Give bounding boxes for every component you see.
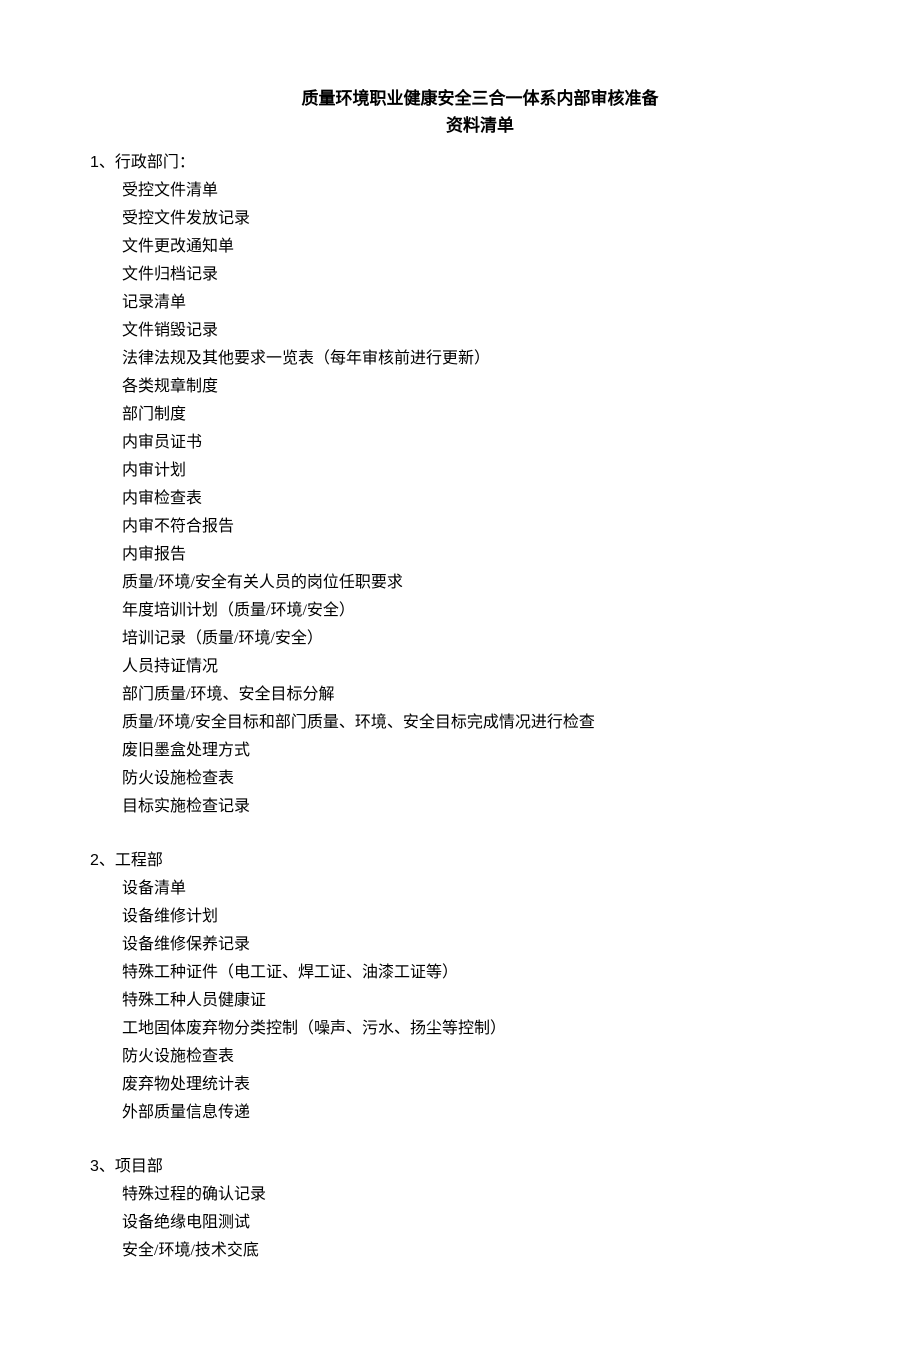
section-number-2: 2 [90, 852, 99, 869]
list-item: 防火设施检查表 [90, 1043, 830, 1071]
list-item: 各类规章制度 [90, 373, 830, 401]
list-item: 内审报告 [90, 541, 830, 569]
section-name-3: 项目部 [115, 1158, 163, 1175]
list-item: 部门制度 [90, 401, 830, 429]
list-item: 部门质量/环境、安全目标分解 [90, 681, 830, 709]
list-item: 废旧墨盒处理方式 [90, 737, 830, 765]
list-item: 特殊过程的确认记录 [90, 1181, 830, 1209]
list-item: 质量/环境/安全目标和部门质量、环境、安全目标完成情况进行检查 [90, 709, 830, 737]
list-item: 废弃物处理统计表 [90, 1071, 830, 1099]
list-item: 人员持证情况 [90, 653, 830, 681]
list-item: 记录清单 [90, 289, 830, 317]
list-item: 设备绝缘电阻测试 [90, 1209, 830, 1237]
list-item: 设备维修保养记录 [90, 931, 830, 959]
list-item: 工地固体废弃物分类控制（噪声、污水、扬尘等控制） [90, 1015, 830, 1043]
list-item: 特殊工种人员健康证 [90, 987, 830, 1015]
list-item: 安全/环境/技术交底 [90, 1237, 830, 1265]
document-title-line1: 质量环境职业健康安全三合一体系内部审核准备 [130, 85, 830, 112]
list-item: 内审不符合报告 [90, 513, 830, 541]
list-item: 受控文件清单 [90, 177, 830, 205]
section-number-1: 1 [90, 154, 99, 171]
list-item: 文件更改通知单 [90, 233, 830, 261]
list-item: 文件销毁记录 [90, 317, 830, 345]
list-item: 法律法规及其他要求一览表（每年审核前进行更新） [90, 345, 830, 373]
list-item: 文件归档记录 [90, 261, 830, 289]
section-header-1: 1、行政部门： [90, 149, 830, 177]
list-item: 目标实施检查记录 [90, 793, 830, 821]
section-number-3: 3 [90, 1158, 99, 1175]
list-item: 外部质量信息传递 [90, 1099, 830, 1127]
list-item: 内审员证书 [90, 429, 830, 457]
list-item: 内审计划 [90, 457, 830, 485]
document-title-line2: 资料清单 [130, 112, 830, 139]
list-item: 受控文件发放记录 [90, 205, 830, 233]
list-item: 设备清单 [90, 875, 830, 903]
list-item: 质量/环境/安全有关人员的岗位任职要求 [90, 569, 830, 597]
list-item: 防火设施检查表 [90, 765, 830, 793]
section-name-1: 行政部门： [115, 154, 195, 171]
section-header-2: 2、工程部 [90, 847, 830, 875]
list-item: 培训记录（质量/环境/安全） [90, 625, 830, 653]
section-header-3: 3、项目部 [90, 1153, 830, 1181]
list-item: 年度培训计划（质量/环境/安全） [90, 597, 830, 625]
section-name-2: 工程部 [115, 852, 163, 869]
list-item: 设备维修计划 [90, 903, 830, 931]
list-item: 特殊工种证件（电工证、焊工证、油漆工证等） [90, 959, 830, 987]
section-2: 2、工程部 设备清单 设备维修计划 设备维修保养记录 特殊工种证件（电工证、焊工… [90, 847, 830, 1127]
section-3: 3、项目部 特殊过程的确认记录 设备绝缘电阻测试 安全/环境/技术交底 [90, 1153, 830, 1265]
list-item: 内审检查表 [90, 485, 830, 513]
section-1: 1、行政部门： 受控文件清单 受控文件发放记录 文件更改通知单 文件归档记录 记… [90, 149, 830, 821]
